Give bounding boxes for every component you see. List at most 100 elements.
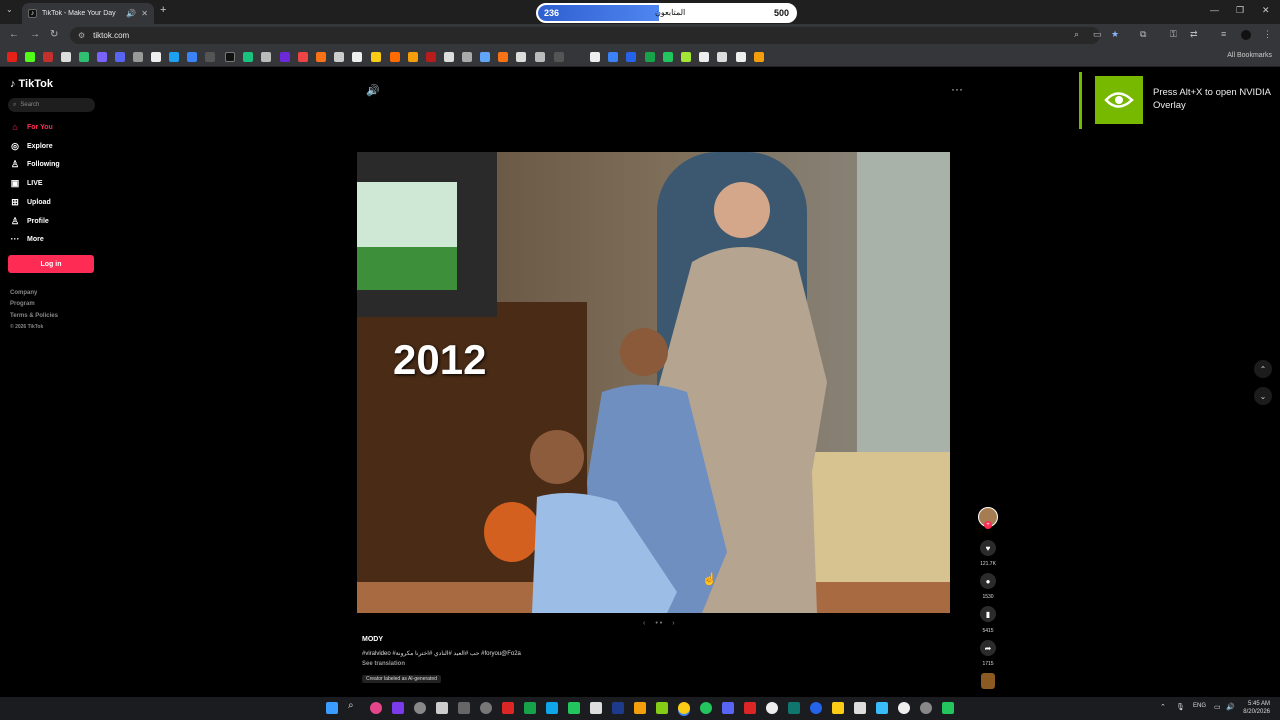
translate-icon[interactable]: ⇄	[1190, 29, 1198, 40]
file-explorer-icon[interactable]	[832, 702, 844, 714]
bookmark-star-icon[interactable]: ★	[1111, 29, 1119, 40]
bookmark-icon[interactable]	[554, 52, 564, 62]
bookmark-icon[interactable]	[681, 52, 691, 62]
bookmark-icon[interactable]	[334, 52, 344, 62]
bookmark-icon[interactable]	[43, 52, 53, 62]
site-info-icon[interactable]: ⚙	[78, 31, 85, 40]
bookmark-icon[interactable]	[298, 52, 308, 62]
taskbar-app-icon[interactable]	[898, 702, 910, 714]
menu-icon[interactable]: ⋮	[1263, 29, 1272, 40]
tiktok-bookmark-icon[interactable]	[225, 52, 235, 62]
sidebar-item-upload[interactable]: ⊞ Upload	[10, 197, 51, 208]
taskbar-app-icon[interactable]	[854, 702, 866, 714]
bookmark-icon[interactable]	[626, 52, 636, 62]
carousel-prev-icon[interactable]: ‹	[643, 620, 645, 627]
volume-tray-icon[interactable]: 🔊	[1226, 703, 1235, 711]
taskbar-app-icon[interactable]	[414, 702, 426, 714]
browser-tab[interactable]: ♪ TikTok - Make Your Day 🔊 ✕	[22, 3, 154, 24]
bookmark-icon[interactable]	[115, 52, 125, 62]
kick-bookmark-icon[interactable]	[25, 52, 35, 62]
discord-icon[interactable]	[722, 702, 734, 714]
bookmark-icon[interactable]	[663, 52, 673, 62]
taskbar-app-icon[interactable]	[546, 702, 558, 714]
x-bookmark-icon[interactable]	[151, 52, 161, 62]
youtube-bookmark-icon[interactable]	[7, 52, 17, 62]
sidebar-item-profile[interactable]: ♙ Profile	[10, 216, 49, 227]
steam-icon[interactable]	[612, 702, 624, 714]
search-input[interactable]: ⌕ Search	[8, 98, 95, 112]
taskbar-app-icon[interactable]	[810, 702, 822, 714]
see-translation-link[interactable]: See translation	[362, 661, 405, 667]
forward-icon[interactable]: →	[30, 29, 40, 40]
microphone-icon[interactable]: 🎙	[1176, 703, 1185, 711]
bookmark-icon[interactable]	[608, 52, 618, 62]
bookmark-icon[interactable]	[498, 52, 508, 62]
close-window-icon[interactable]: ✕	[1262, 5, 1270, 16]
sidebar-item-live[interactable]: ▣ LIVE	[10, 178, 43, 189]
minimize-icon[interactable]: —	[1210, 5, 1219, 15]
bookmark-icon[interactable]	[426, 52, 436, 62]
bookmark-icon[interactable]	[280, 52, 290, 62]
bookmark-icon[interactable]	[699, 52, 709, 62]
language-indicator[interactable]: ENG	[1193, 703, 1206, 709]
footer-company-link[interactable]: Company	[10, 290, 37, 296]
bookmark-icon[interactable]	[516, 52, 526, 62]
whatsapp-icon[interactable]	[700, 702, 712, 714]
bookmark-icon[interactable]	[444, 52, 454, 62]
footer-terms-link[interactable]: Terms & Policies	[10, 313, 58, 319]
tray-chevron-icon[interactable]: ⌃	[1160, 703, 1166, 711]
taskbar-app-icon[interactable]	[766, 702, 778, 714]
close-tab-icon[interactable]: ✕	[141, 9, 148, 18]
password-icon[interactable]: ⚿	[1170, 29, 1177, 40]
taskbar-app-icon[interactable]	[524, 702, 536, 714]
bookmark-icon[interactable]	[736, 52, 746, 62]
back-icon[interactable]: ←	[9, 29, 19, 40]
tiktok-logo[interactable]: ♪ TikTok	[10, 78, 53, 90]
network-icon[interactable]: ▭	[1214, 703, 1221, 711]
taskbar-app-icon[interactable]	[502, 702, 514, 714]
new-tab-button[interactable]: +	[160, 4, 166, 16]
bookmark-icon[interactable]	[371, 52, 381, 62]
speaker-icon[interactable]: 🔊	[126, 9, 136, 18]
cast-icon[interactable]: ▭	[1093, 29, 1102, 40]
taskbar-app-icon[interactable]	[744, 702, 756, 714]
extensions-icon[interactable]: ⧉	[1140, 29, 1146, 40]
more-options-icon[interactable]: ···	[951, 82, 963, 96]
media-icon[interactable]: ≡	[1221, 29, 1226, 39]
bookmark-icon[interactable]	[535, 52, 545, 62]
bookmark-icon[interactable]	[261, 52, 271, 62]
bookmark-icon[interactable]	[480, 52, 490, 62]
bookmark-icon[interactable]	[390, 52, 400, 62]
like-button[interactable]: ♥	[980, 540, 996, 556]
bookmark-icon[interactable]	[352, 52, 362, 62]
bookmark-icon[interactable]	[169, 52, 179, 62]
bookmark-icon[interactable]	[754, 52, 764, 62]
taskbar-app-icon[interactable]	[656, 702, 668, 714]
taskbar-app-icon[interactable]	[788, 702, 800, 714]
system-clock[interactable]: 5:45 AM 8/20/2026	[1243, 700, 1270, 716]
share-button[interactable]: ➦	[980, 640, 996, 656]
zoom-icon[interactable]: ⌕	[1074, 29, 1079, 40]
xbox-icon[interactable]	[568, 702, 580, 714]
taskbar-app-icon[interactable]	[458, 702, 470, 714]
tab-search-icon[interactable]: ⌄	[6, 5, 13, 14]
taskbar-app-icon[interactable]	[634, 702, 646, 714]
taskbar-app-icon[interactable]	[876, 702, 888, 714]
music-disc-icon[interactable]	[981, 673, 995, 689]
search-taskbar-icon[interactable]: ⌕	[348, 700, 360, 712]
reload-icon[interactable]: ↻	[50, 29, 58, 40]
bookmark-icon[interactable]	[61, 52, 71, 62]
sidebar-item-following[interactable]: ♙ Following	[10, 159, 60, 170]
next-video-button[interactable]: ⌄	[1254, 387, 1272, 405]
volume-icon[interactable]: 🔊	[366, 84, 380, 97]
post-author[interactable]: MODY	[362, 636, 383, 643]
taskbar-app-icon[interactable]	[392, 702, 404, 714]
url-field[interactable]: ⚙ tiktok.com	[70, 27, 1100, 44]
bookmark-icon[interactable]	[187, 52, 197, 62]
follow-plus-icon[interactable]: +	[984, 521, 992, 529]
login-button[interactable]: Log in	[8, 255, 94, 273]
bookmark-icon[interactable]	[205, 52, 215, 62]
bookmark-icon[interactable]	[590, 52, 600, 62]
comment-button[interactable]: ●	[980, 573, 996, 589]
all-bookmarks-link[interactable]: All Bookmarks	[1227, 52, 1272, 59]
